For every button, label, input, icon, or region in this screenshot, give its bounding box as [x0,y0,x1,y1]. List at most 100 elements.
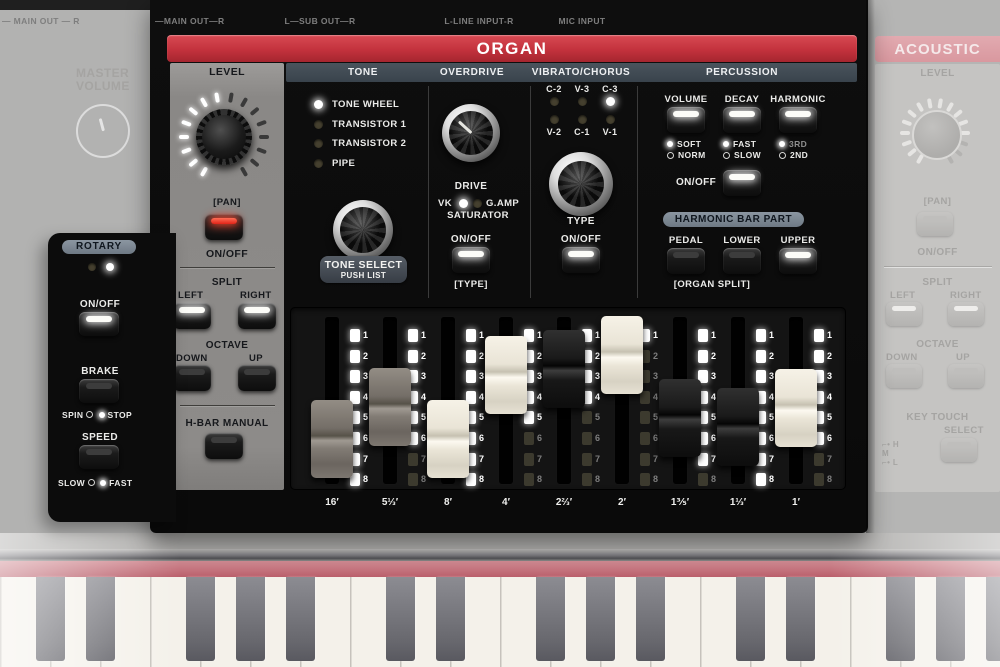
drawbar-scale-number: 7 [537,454,549,464]
rotary-fast-led [106,263,114,271]
drawbar-scale-number: 5 [595,412,607,422]
button-lamp [923,216,947,221]
acoustic-onoff-label: ON/OFF [875,247,1000,258]
jack-label-mic-input: MIC INPUT [551,16,613,26]
acoustic-split-right-button [948,302,984,326]
tone-model-led [314,100,323,109]
option-on-row: 3RD [779,138,808,149]
panel-edge-shadow [866,0,875,533]
nord-organ-panel-photo: — MAIN OUT — R MASTER VOLUME ACOUSTIC LE… [0,0,1000,667]
drawbar-slider-2′[interactable] [601,316,643,394]
drive-knob[interactable] [449,111,493,155]
acoustic-level-knob [912,110,962,160]
percussion-onoff-button[interactable] [723,170,761,196]
brake-button[interactable] [79,379,119,403]
button-lamp [729,252,755,258]
percussion-volume-button[interactable] [667,107,705,133]
drawbar-led-segment [698,350,708,363]
drawbar-slider-5⅓′[interactable] [369,368,411,446]
button-lamp [568,251,594,257]
stop-label: STOP [108,410,133,420]
percussion-header: PERCUSSION [682,67,802,78]
drawbar-scale-number: 4 [827,392,839,402]
vibrato-type-knob[interactable] [558,161,604,207]
drawbar-led-segment [756,370,766,383]
drawbar-scale-number: 5 [537,412,549,422]
octave-down-label: DOWN [176,353,208,364]
tone-model-row[interactable]: PIPE [314,154,406,174]
drawbar-scale-number: 6 [827,433,839,443]
vibrato-label: V-2 [540,127,568,137]
button-lamp [954,368,978,373]
drawbar-led-segment [756,473,766,486]
vibrato-led-cell [540,115,568,124]
drawbar-slider-16′[interactable] [311,400,353,478]
overdrive-onoff-label: ON/OFF [441,234,501,245]
tone-model-label: PIPE [332,158,355,169]
tone-model-row[interactable]: TONE WHEEL [314,95,406,115]
button-lamp [86,316,112,322]
drawbar-scale-number: 1 [363,330,375,340]
drawbar-slider-1⅗′[interactable] [659,379,701,457]
vibrato-type-label: TYPE [551,216,611,227]
drawbar-led-segment [408,453,418,466]
harmonic-bar-pedal-button[interactable] [667,248,705,274]
drawbar-slider-4′[interactable] [485,336,527,414]
acoustic-mhl-icon: ⌐• H M ⌐• L [882,440,899,467]
drawbar-slider-1⅓′[interactable] [717,388,759,466]
option-off-label: 2ND [790,150,808,160]
split-right-label: RIGHT [240,290,272,301]
drawbar-led-segment [814,453,824,466]
percussion-decay-button[interactable] [723,107,761,133]
column-separator [637,86,638,298]
drawbar-slider-8′[interactable] [427,400,469,478]
tone-model-led [314,159,323,168]
option-on-label: 3RD [789,139,807,149]
rotary-header: ROTARY [62,240,136,254]
octave-up-button[interactable] [238,365,276,391]
hbar-manual-button[interactable] [205,433,243,459]
organ-onoff-button[interactable] [205,214,243,240]
black-key [436,577,465,661]
vibrato-onoff-button[interactable] [562,247,600,273]
fast-led-icon [100,480,106,486]
level-knob-cap[interactable] [202,115,246,159]
button-lamp [673,111,699,117]
split-left-button[interactable] [173,303,211,329]
button-lamp [729,111,755,117]
tone-model-row[interactable]: TRANSISTOR 1 [314,115,406,135]
percussion-harmonic-label: HARMONIC [768,94,828,105]
harmonic-bar-part-header: HARMONIC BAR PART [663,212,804,227]
drawbar-label: 16′ [310,497,354,508]
acoustic-octave-label: OCTAVE [875,339,1000,350]
split-right-button[interactable] [238,303,276,329]
percussion-harmonic-button[interactable] [779,107,817,133]
level-pan-label: [PAN] [170,197,284,208]
keytouch-l-row: ⌐• L [882,458,898,467]
vibrato-bottom-labels: V-2C-1V-1 [540,127,624,137]
harmonic-bar-lower-button[interactable] [723,248,761,274]
speed-button[interactable] [79,445,119,469]
octave-down-button[interactable] [173,365,211,391]
option-on-led-icon [779,141,785,147]
vibrato-led-grid: C-2V-3C-3V-2C-1V-1 [540,84,624,137]
button-lamp [179,369,205,375]
vk-label: VK [438,198,452,209]
harmonic-bar-upper-button[interactable] [779,248,817,274]
vibrato-led-row-bottom [540,115,624,124]
divider [180,267,275,268]
drawbar-label: 2⅔′ [542,497,586,508]
tone-model-row[interactable]: TRANSISTOR 2 [314,134,406,154]
overdrive-onoff-button[interactable] [452,247,490,273]
drawbar-label: 8′ [426,497,470,508]
drawbar-led-segment [408,473,418,486]
drawbar-slider-2⅔′[interactable] [543,330,585,408]
tone-select-knob[interactable] [340,207,386,253]
vibrato-led-row-top [540,97,624,106]
acoustic-left-label: LEFT [890,290,915,301]
rotary-onoff-button[interactable] [79,312,119,336]
tone-model-led [314,120,323,129]
vibrato-led-c-1 [578,115,587,124]
drawbar-slider-1′[interactable] [775,369,817,447]
tone-model-led [314,139,323,148]
